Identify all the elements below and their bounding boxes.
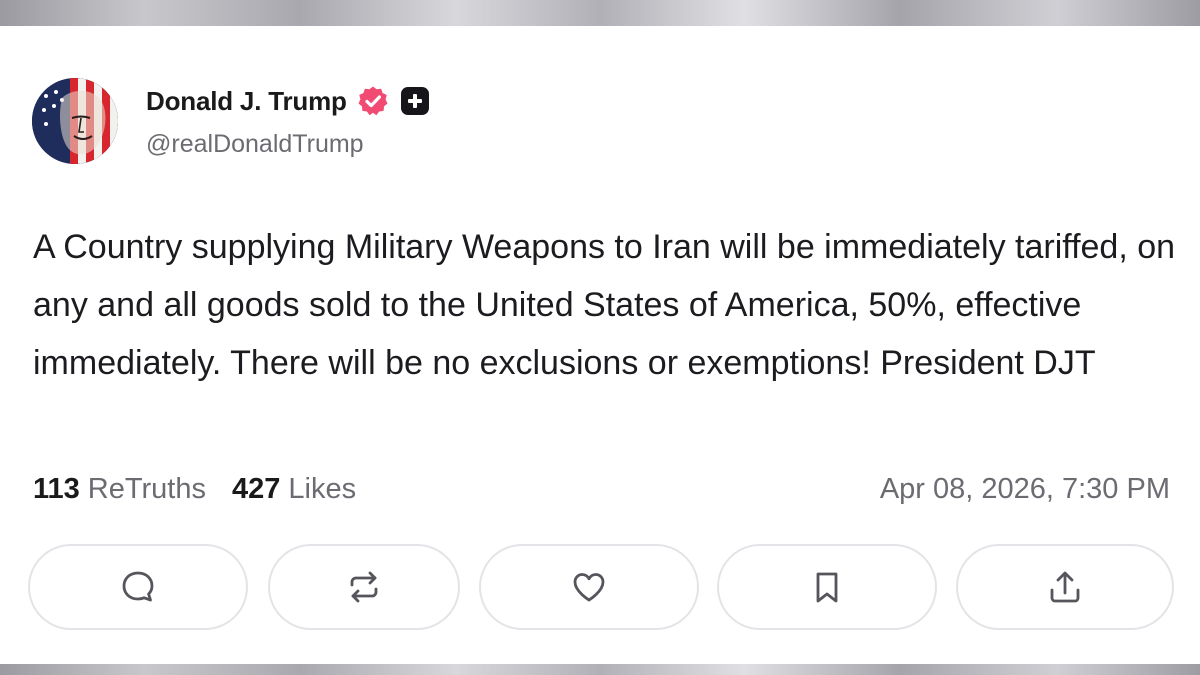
retruth-icon bbox=[350, 571, 378, 603]
background-strip-bottom bbox=[0, 664, 1200, 675]
bookmark-button[interactable] bbox=[717, 544, 937, 630]
plus-badge-icon bbox=[400, 87, 429, 115]
verified-badge-icon bbox=[358, 86, 388, 116]
retruths-count[interactable]: 113 bbox=[33, 473, 80, 506]
author-name[interactable]: Donald J. Trump bbox=[146, 86, 347, 117]
author-handle[interactable]: @realDonaldTrump bbox=[146, 130, 364, 159]
share-button[interactable] bbox=[956, 544, 1174, 630]
like-button[interactable] bbox=[479, 544, 699, 630]
likes-count[interactable]: 427 bbox=[232, 473, 280, 506]
post-stats: 113 ReTruths 427 Likes bbox=[33, 469, 356, 509]
author-avatar[interactable] bbox=[32, 78, 118, 164]
retruths-label[interactable]: ReTruths bbox=[88, 473, 206, 506]
share-icon bbox=[1050, 571, 1080, 603]
post-timestamp: Apr 08, 2026, 7:30 PM bbox=[879, 473, 1170, 505]
avatar-flag-portrait-icon bbox=[32, 78, 118, 164]
post-card: Donald J. Trump @realDonaldTrump A Count… bbox=[0, 26, 1200, 664]
background-strip-top bbox=[0, 0, 1200, 26]
like-heart-icon bbox=[573, 573, 605, 602]
bookmark-icon bbox=[816, 572, 838, 603]
post-action-bar bbox=[28, 544, 1174, 634]
reply-button[interactable] bbox=[28, 544, 248, 630]
comment-icon bbox=[122, 571, 154, 602]
author-name-row: Donald J. Trump bbox=[146, 84, 429, 118]
post-body-text: A Country supplying Military Weapons to … bbox=[33, 228, 1176, 382]
likes-label[interactable]: Likes bbox=[288, 473, 356, 506]
retruth-button[interactable] bbox=[268, 544, 460, 630]
